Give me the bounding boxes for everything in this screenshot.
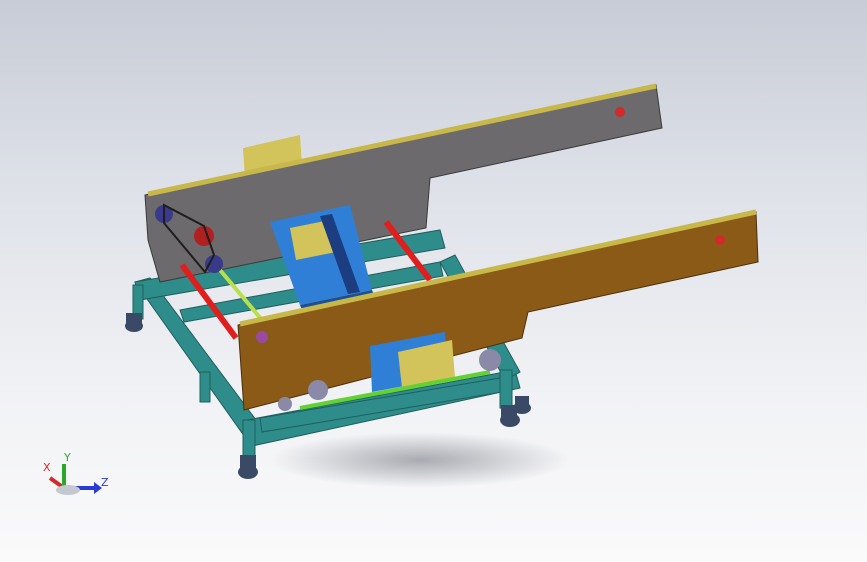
back-plate-knob [615,107,625,117]
caster-wheel [125,313,143,332]
frame-leg [199,371,211,403]
y-axis-label: Y [64,451,71,464]
caster-wheel [238,455,258,479]
triad-origin [56,485,80,495]
x-axis-label: X [43,461,51,474]
frame-leg [499,369,513,409]
coordinate-triad[interactable]: X Y Z [38,448,118,508]
conveyor-assembly-model[interactable] [0,0,867,562]
z-axis-label: Z [101,476,109,489]
front-plate-bolt [256,331,268,343]
cad-viewport[interactable]: X Y Z [0,0,867,562]
frame-leg [242,419,256,457]
ground-shadow [270,432,570,488]
caster-wheel [513,396,531,414]
front-plate-knob [715,235,725,245]
